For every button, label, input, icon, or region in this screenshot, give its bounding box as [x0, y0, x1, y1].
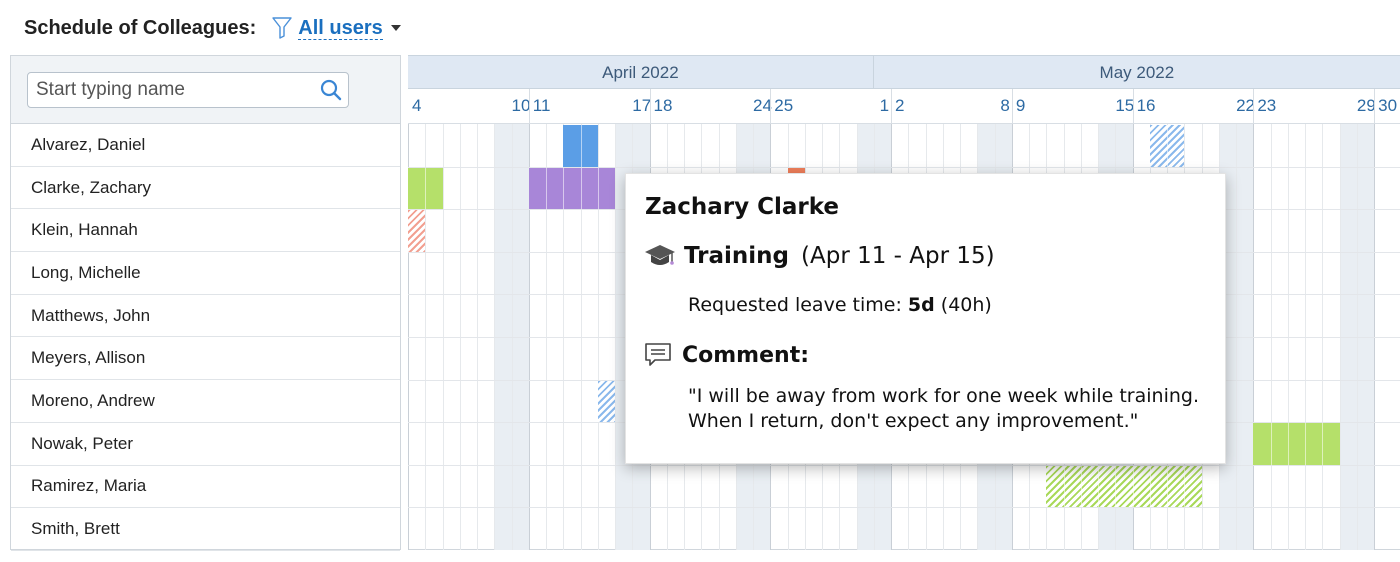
- colleague-row[interactable]: Long, Michelle: [11, 252, 400, 295]
- tooltip-type-row: Training (Apr 11 - Apr 15): [644, 242, 995, 270]
- requested-days: 5d: [907, 294, 935, 316]
- day-label: 1: [879, 96, 890, 115]
- name-search-input[interactable]: [36, 79, 316, 101]
- week-separator: [1011, 89, 1013, 123]
- week-separator: [528, 89, 530, 123]
- colleague-row[interactable]: Clarke, Zachary: [11, 167, 400, 210]
- comment-icon: [645, 343, 671, 366]
- bar-day-divider: [546, 167, 547, 210]
- week-separator: [1374, 89, 1376, 123]
- search-area: [11, 56, 400, 124]
- bar-day-divider: [1080, 465, 1082, 508]
- colleague-row[interactable]: Meyers, Allison: [11, 337, 400, 381]
- day-label: 15: [1115, 96, 1135, 115]
- absence-bar[interactable]: [597, 380, 616, 423]
- day-label: 8: [1000, 96, 1010, 115]
- colleague-list: Alvarez, Daniel Clarke, Zachary Klein, Han…: [11, 124, 400, 551]
- bar-day-divider: [1184, 465, 1186, 508]
- search-icon[interactable]: [320, 79, 342, 101]
- week-separator: [1132, 89, 1134, 123]
- day-label: 25: [774, 96, 794, 115]
- tooltip-comment-text: "I will be away from work for one week w…: [688, 384, 1199, 434]
- comment-line-1: "I will be away from work for one week w…: [688, 385, 1200, 407]
- absence-bar[interactable]: [1149, 125, 1185, 167]
- requested-hours: (40h): [934, 294, 992, 316]
- day-label: 18: [653, 96, 673, 115]
- month-header-row: April 2022 May 2022: [408, 55, 1400, 89]
- colleague-row[interactable]: Ramirez, Maria: [11, 466, 400, 509]
- colleague-row[interactable]: Nowak, Peter: [11, 423, 400, 466]
- day-label: 29: [1356, 96, 1376, 115]
- day-label: 2: [895, 96, 905, 115]
- week-separator: [1253, 89, 1255, 123]
- bar-day-divider: [1115, 465, 1117, 508]
- tooltip-comment-label: Comment:: [682, 342, 810, 368]
- row-separator: [408, 507, 1400, 509]
- absence-bar[interactable]: [1253, 423, 1340, 465]
- week-separator: [891, 89, 893, 123]
- bar-day-divider: [1322, 423, 1324, 465]
- filter-label[interactable]: All users: [298, 17, 383, 40]
- tooltip-requested-time: Requested leave time: 5d (40h): [688, 294, 992, 316]
- week-separator: [770, 89, 772, 123]
- colleague-row[interactable]: Alvarez, Daniel: [11, 124, 400, 167]
- page-header: Schedule of Colleagues: All users: [24, 12, 401, 44]
- colleague-row[interactable]: Smith, Brett: [11, 508, 400, 551]
- requested-label: Requested leave time:: [688, 294, 908, 316]
- absence-bar[interactable]: [528, 167, 615, 210]
- day-header-row: 4 10 11 17 18 24 25 1 2 8 9 15 16 22 23 29 30: [408, 89, 1400, 124]
- bar-day-divider: [1167, 125, 1169, 167]
- day-label: 23: [1257, 96, 1277, 115]
- graduation-cap-icon: [645, 245, 675, 265]
- bar-day-divider: [1287, 423, 1289, 465]
- bar-day-divider: [1098, 465, 1100, 508]
- tooltip-absence-type: Training: [684, 243, 790, 269]
- day-label: 4: [412, 96, 422, 115]
- colleague-row[interactable]: Moreno, Andrew: [11, 380, 400, 423]
- day-label: 16: [1136, 96, 1156, 115]
- week-separator: [649, 89, 651, 123]
- tooltip-comment-header: Comment:: [644, 342, 809, 368]
- absence-bar[interactable]: [408, 210, 426, 252]
- chevron-down-icon[interactable]: [390, 25, 401, 31]
- bar-day-divider: [1305, 423, 1307, 465]
- colleague-row[interactable]: Matthews, John: [11, 295, 400, 338]
- day-label: 17: [632, 96, 652, 115]
- day-label: 11: [532, 96, 551, 115]
- tooltip-employee-name: Zachary Clarke: [645, 194, 839, 220]
- bar-day-divider: [425, 167, 427, 210]
- day-label: 22: [1236, 96, 1256, 115]
- bar-day-divider: [1167, 465, 1169, 508]
- absence-tooltip: Zachary Clarke Training (Apr 11 - Apr 15…: [625, 173, 1226, 464]
- bar-day-divider: [1149, 465, 1151, 508]
- filter-icon: [272, 17, 292, 39]
- bar-day-divider: [580, 167, 582, 210]
- comment-line-2: When I return, don't expect any improvem…: [688, 410, 1139, 432]
- bar-day-divider: [563, 167, 565, 210]
- absence-bar[interactable]: [1046, 465, 1202, 508]
- user-filter-dropdown[interactable]: All users: [272, 16, 401, 40]
- page-title: Schedule of Colleagues:: [24, 16, 257, 39]
- name-search-box[interactable]: [27, 72, 349, 108]
- day-label: 30: [1378, 96, 1398, 115]
- absence-bar[interactable]: [408, 167, 443, 210]
- bar-day-divider: [1270, 423, 1272, 465]
- month-label-april: April 2022: [408, 56, 874, 89]
- day-label: 24: [753, 96, 772, 115]
- bar-day-divider: [580, 125, 582, 167]
- bar-day-divider: [597, 167, 599, 210]
- day-label: 10: [511, 96, 531, 115]
- colleague-row[interactable]: Klein, Hannah: [11, 209, 400, 253]
- absence-bar[interactable]: [563, 125, 598, 167]
- colleague-list-panel: Alvarez, DanielClarke, ZacharyKlein, Han…: [10, 55, 401, 551]
- tooltip-date-range: (Apr 11 - Apr 15): [801, 243, 995, 269]
- bar-day-divider: [1063, 465, 1065, 508]
- day-label: 9: [1015, 96, 1026, 115]
- bar-day-divider: [1132, 465, 1134, 508]
- month-label-may: May 2022: [1099, 63, 1175, 82]
- row-separator: [408, 464, 1400, 466]
